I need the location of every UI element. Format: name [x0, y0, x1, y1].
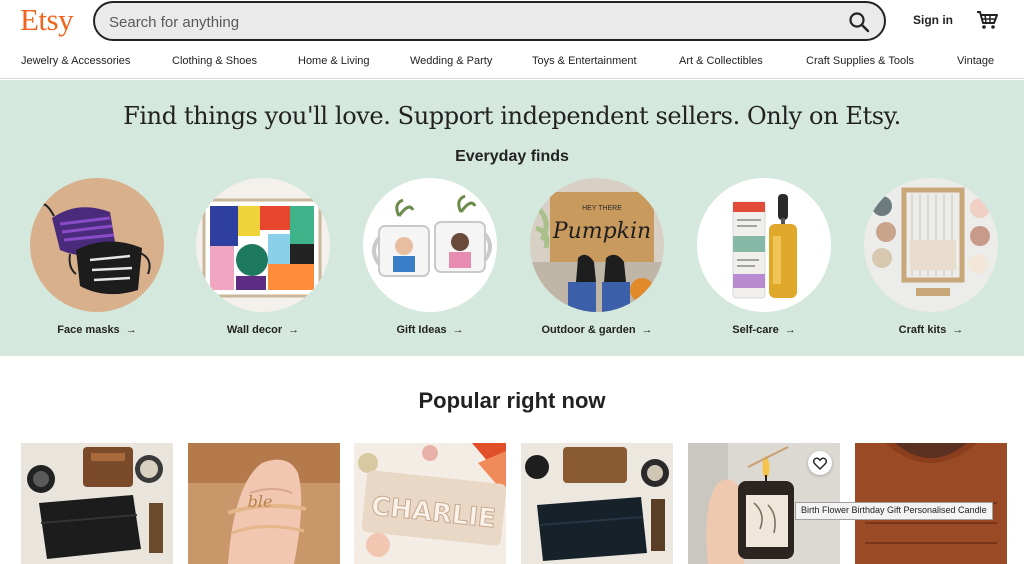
category-vintage[interactable]: Vintage: [957, 55, 994, 67]
hero-title: Find things you'll love. Support indepen…: [123, 102, 901, 130]
find-gift-ideas[interactable]: Gift Ideas →: [363, 178, 497, 348]
category-clothing-shoes[interactable]: Clothing & Shoes: [172, 55, 257, 67]
face-masks-image: [30, 178, 164, 312]
category-craft-supplies-tools[interactable]: Craft Supplies & Tools: [806, 55, 914, 67]
search-icon: [849, 12, 870, 33]
arrow-right-icon: →: [452, 324, 464, 336]
product-card-wallet-2[interactable]: [521, 443, 673, 564]
everyday-finds-heading: Everyday finds: [455, 148, 569, 165]
gift-ideas-image: [363, 178, 497, 312]
find-wall-decor[interactable]: Wall decor →: [196, 178, 330, 348]
find-label: Wall decor →: [226, 324, 300, 336]
arrow-right-icon: →: [641, 324, 653, 336]
outdoor-garden-image: HEY THERE Pumpkin: [530, 178, 664, 312]
product-card-name-plate[interactable]: CHARLIE: [354, 443, 506, 564]
find-outdoor-garden[interactable]: HEY THERE Pumpkin Outdoor & garden →: [530, 178, 664, 348]
find-label: Craft kits →: [898, 324, 964, 336]
craft-kits-image: [864, 178, 998, 312]
favorite-button[interactable]: [808, 451, 832, 475]
category-home-living[interactable]: Home & Living: [298, 55, 370, 67]
self-care-image: [697, 178, 831, 312]
product-image: [21, 443, 173, 564]
ring-lettering: ble: [248, 492, 273, 511]
arrow-right-icon: →: [288, 324, 300, 336]
find-label: Gift Ideas →: [396, 324, 464, 336]
cart-icon: [977, 11, 998, 29]
arrow-right-icon: →: [952, 324, 964, 336]
find-face-masks[interactable]: Face masks →: [30, 178, 164, 348]
find-label: Self-care →: [732, 324, 796, 336]
doormat-text: Pumpkin: [552, 219, 651, 244]
category-art-collectibles[interactable]: Art & Collectibles: [679, 55, 763, 67]
category-wedding-party[interactable]: Wedding & Party: [410, 55, 492, 67]
category-jewelry-accessories[interactable]: Jewelry & Accessories: [21, 55, 130, 67]
search-bar[interactable]: [93, 1, 886, 41]
header: Etsy Sign in: [0, 0, 1024, 42]
wall-decor-image: [196, 178, 330, 312]
search-input[interactable]: [109, 11, 809, 33]
product-card-name-ring[interactable]: ble: [188, 443, 340, 564]
find-label: Outdoor & garden →: [541, 324, 653, 336]
sign-in-link[interactable]: Sign in: [913, 13, 953, 27]
product-title-tooltip: Birth Flower Birthday Gift Personalised …: [795, 502, 993, 520]
hero-banner: Find things you'll love. Support indepen…: [0, 80, 1024, 356]
popular-heading: Popular right now: [418, 388, 606, 413]
product-image: [521, 443, 673, 564]
cart-button[interactable]: [976, 10, 998, 30]
category-toys-entertainment[interactable]: Toys & Entertainment: [532, 55, 637, 67]
find-craft-kits[interactable]: Craft kits →: [864, 178, 998, 348]
product-image: ble: [188, 443, 340, 564]
doormat-small-text: HEY THERE: [582, 205, 622, 212]
arrow-right-icon: →: [125, 324, 137, 336]
category-nav: Jewelry & Accessories Clothing & Shoes H…: [0, 44, 1024, 79]
find-label: Face masks →: [57, 324, 137, 336]
product-image: CHARLIE: [354, 443, 506, 564]
arrow-right-icon: →: [784, 324, 796, 336]
etsy-logo[interactable]: Etsy: [20, 2, 74, 38]
product-card-wallet[interactable]: [21, 443, 173, 564]
search-button[interactable]: [848, 11, 870, 33]
heart-icon: [813, 456, 827, 470]
find-self-care[interactable]: Self-care →: [697, 178, 831, 348]
